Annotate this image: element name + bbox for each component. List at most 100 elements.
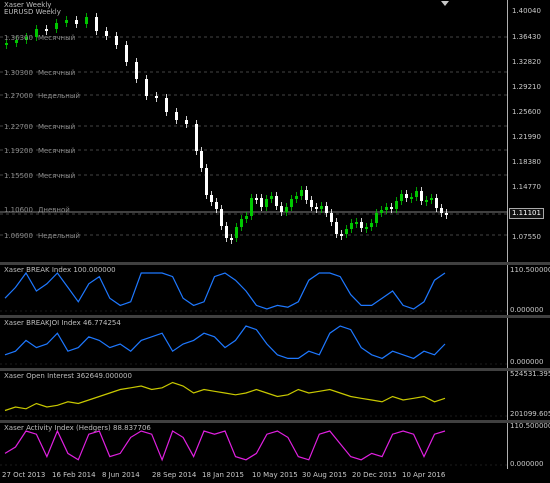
price-tick: 1.36430 [512,33,541,41]
candle [385,207,388,210]
date-tick: 28 Sep 2014 [152,471,197,479]
indicator-title: Xaser BREAK Index 100.000000 [4,266,116,274]
level-label: 1.10600 Дневной [4,206,70,214]
candle [415,191,418,197]
indicator-scale-top: 110.500000 [510,422,550,430]
candle [225,226,228,238]
indicator-panel-activity[interactable]: Xaser Activity Index (Hedgers) 88.837706 [0,423,508,469]
candle [405,194,408,198]
candle [125,45,128,62]
indicator-line [4,271,446,310]
shift-marker-icon[interactable] [440,0,450,8]
indicator-scale-bottom: 201099.605 [510,410,550,418]
candle [330,213,333,222]
date-tick: 20 Dec 2015 [352,471,397,479]
price-tick: 1.18380 [512,158,541,166]
candle [380,210,383,213]
candle [355,222,358,224]
candle [55,23,58,29]
level-label: 1.06900 Недельный [4,232,80,240]
indicator-panel-open-interest[interactable]: Xaser Open Interest 362649.000000 [0,371,508,420]
candle [305,190,308,200]
candle [435,198,438,208]
price-tick: 1.40040 [512,7,541,15]
candle [75,20,78,24]
candle [295,196,298,199]
date-tick: 10 Apr 2016 [402,471,446,479]
candle [230,238,233,240]
candle [310,200,313,207]
candle [165,98,168,112]
candle [300,190,303,196]
level-label: 1.19200 Месячный [4,147,76,155]
level-label: 1.36300 Месячный [4,34,76,42]
candle [395,201,398,209]
price-tick: 1.21990 [512,133,541,141]
candle [335,222,338,234]
candle [265,199,268,207]
indicator-title: Xaser Open Interest 362649.000000 [4,372,132,380]
indicator-scale-bottom: 0.000000 [510,358,544,366]
candle [285,207,288,212]
candle [430,198,433,200]
indicator-panel-break[interactable]: Xaser BREAK Index 100.000000 [0,265,508,315]
price-tick: 1.25600 [512,108,541,116]
main-price-panel[interactable]: Xaser Weekly EURUSD Weekly 1.36300 Месячн… [0,0,508,262]
candle [370,223,373,227]
price-tick: 1.07550 [512,233,541,241]
indicator-scale-bottom: 0.000000 [510,306,544,314]
candle [420,191,423,201]
candle [400,194,403,201]
candle [375,213,378,223]
candle [275,196,278,206]
candle [360,222,363,228]
candle [185,120,188,124]
candle [270,196,273,199]
chart-title: Xaser Weekly EURUSD Weekly [4,1,61,16]
indicator-line [4,381,446,412]
indicator-line [4,325,446,360]
level-label: 1.27000 Недельный [4,92,80,100]
candle [220,209,223,226]
indicator-panel-breakjoi[interactable]: Xaser BREAKJOI Index 46.774254 [0,318,508,368]
current-price-label: 1.11101 [509,208,544,219]
candle [290,199,293,207]
level-label: 1.30300 Месячный [4,69,76,77]
candle [320,206,323,209]
indicator-scale-top: 524531.395 [510,370,550,378]
date-tick: 30 Aug 2015 [302,471,347,479]
candle [345,229,348,234]
candle [410,197,413,199]
indicator-scale-top: 110.500000 [510,266,550,274]
candle [200,151,203,168]
candle [135,62,138,79]
candle [105,31,108,36]
level-label: 1.22700 Месячный [4,123,76,131]
candle [390,207,393,209]
candle [210,195,213,202]
candle [240,219,243,227]
date-tick: 8 Jun 2014 [102,471,140,479]
candle [340,234,343,236]
candle [65,20,68,23]
candle [155,96,158,98]
candle [235,227,238,238]
indicator-scale-bottom: 0.000000 [510,460,544,468]
candle [440,208,443,213]
candle [250,198,253,216]
candle [85,17,88,24]
candle [5,43,8,45]
candle [45,29,48,31]
candle [315,207,318,209]
date-tick: 18 Jan 2015 [202,471,244,479]
date-tick: 27 Oct 2013 [2,471,46,479]
indicator-title: Xaser BREAKJOI Index 46.774254 [4,319,121,327]
chart-title-line2: EURUSD Weekly [4,8,61,16]
candle [175,112,178,120]
candle [115,36,118,45]
candle [425,200,428,202]
chart-window[interactable]: Xaser Weekly EURUSD Weekly 1.36300 Месячн… [0,0,550,483]
indicator-title: Xaser Activity Index (Hedgers) 88.837706 [4,424,151,432]
candle [145,79,148,96]
candle [350,223,353,229]
